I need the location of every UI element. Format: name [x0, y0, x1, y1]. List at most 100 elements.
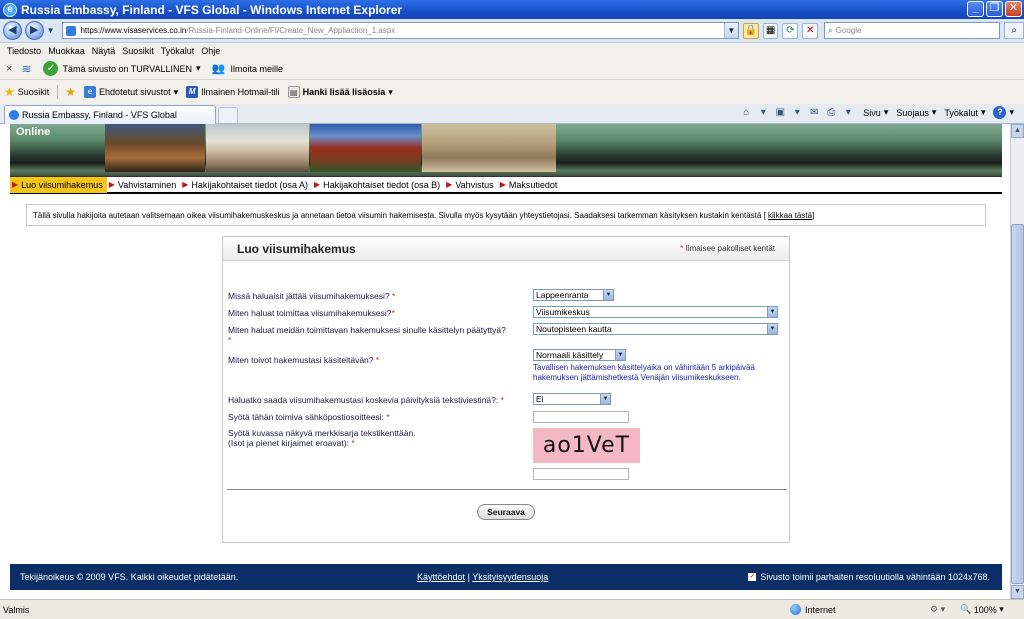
step-create-application[interactable]: ▶ Luo viisumihakemus	[10, 176, 107, 193]
zoom-value: 100%	[973, 604, 997, 615]
zoom-dropdown-icon[interactable]: ▾	[999, 604, 1004, 615]
hotmail-link[interactable]: Ilmainen Hotmail-tili	[201, 87, 280, 97]
step-payment[interactable]: ▶ Maksutiedot	[498, 177, 562, 193]
hotmail-icon: M	[186, 86, 199, 98]
suggested-sites-link[interactable]: Ehdotetut sivustot	[99, 87, 171, 97]
tools-menu-dropdown-icon[interactable]: ▾	[981, 107, 986, 118]
info-help-link[interactable]: klikkaa tästä	[768, 211, 812, 220]
report-people-icon: 👥	[211, 62, 226, 75]
address-dropdown-icon[interactable]: ▼	[723, 23, 738, 38]
search-engine-icon: ⌕	[828, 25, 833, 35]
terms-link[interactable]: Käyttöehdot	[417, 572, 465, 582]
menu-favorites[interactable]: Suosikit	[122, 46, 154, 56]
history-dropdown-icon[interactable]: ▼	[45, 25, 57, 37]
safe-site-label[interactable]: Tämä sivusto on TURVALLINEN	[62, 64, 192, 74]
favorites-star-icon[interactable]: ★	[4, 85, 15, 99]
feeds-icon[interactable]: ▣	[773, 106, 787, 119]
submit-method-select[interactable]: Viisumikeskus ▼	[533, 306, 778, 318]
zoom-icon: 🔍	[960, 604, 972, 614]
center-select[interactable]: Lappeenranta ▼	[533, 289, 614, 301]
print-dropdown-icon[interactable]: ▾	[841, 106, 855, 119]
home-dropdown-icon[interactable]: ▾	[756, 106, 770, 119]
forward-button[interactable]: ▶	[24, 21, 44, 40]
refresh-icon[interactable]: ⟳	[782, 22, 799, 39]
safety-menu[interactable]: Suojaus	[896, 108, 929, 118]
captcha-field[interactable]	[533, 468, 629, 480]
vertical-scrollbar[interactable]: ▲ ▼	[1010, 124, 1024, 599]
menu-edit[interactable]: Muokkaa	[48, 46, 85, 56]
report-link[interactable]: Ilmoita meille	[231, 64, 284, 74]
addons-link[interactable]: Hanki lisää lisäosia	[303, 87, 386, 97]
search-input[interactable]: ⌕ Google	[824, 22, 1001, 39]
step-arrow-icon: ▶	[182, 180, 189, 189]
mail-icon[interactable]: ✉	[807, 106, 821, 119]
step-confirm[interactable]: ▶ Vahvistaminen	[107, 177, 181, 193]
menu-view[interactable]: Näytä	[92, 46, 116, 56]
step-verification[interactable]: ▶ Vahvistus	[444, 177, 498, 193]
menu-tools[interactable]: Työkalut	[161, 46, 195, 56]
minimize-button[interactable]: _	[967, 1, 984, 17]
stop-icon[interactable]: ✕	[802, 22, 819, 39]
privacy-link[interactable]: Yksityisyydensuoja	[472, 572, 548, 582]
page-menu-dropdown-icon[interactable]: ▾	[884, 107, 889, 118]
help-dropdown-icon[interactable]: ▾	[1009, 107, 1014, 118]
scrollbar-thumb[interactable]	[1011, 224, 1024, 584]
processing-select[interactable]: Normaali käsittely ▼	[533, 349, 626, 361]
submit-method-label-text: Miten haluat toimittaa viisumihakemukses…	[228, 308, 392, 318]
addons-dropdown-icon[interactable]: ▾	[388, 87, 393, 98]
tab-label: Russia Embassy, Finland - VFS Global	[22, 110, 177, 120]
page-menu[interactable]: Sivu	[863, 108, 881, 118]
print-icon[interactable]: ⎙	[824, 106, 838, 119]
protected-mode-icon[interactable]: ⚙ ▾	[930, 604, 945, 615]
menu-help[interactable]: Ohje	[201, 46, 220, 56]
maximize-button[interactable]: ❐	[986, 1, 1003, 17]
add-favorite-icon[interactable]: ★	[65, 85, 76, 99]
next-button[interactable]: Seuraava	[477, 504, 535, 520]
wifi-icon[interactable]: ≋	[21, 62, 37, 76]
processing-label: Miten toivot hakemustasi käsiteltävän? *	[228, 355, 379, 365]
search-icon[interactable]: ⌕	[1004, 22, 1024, 39]
site-footer: Tekijänoikeus © 2009 VFS. Kaikki oikeude…	[10, 564, 1002, 590]
security-zone[interactable]: Internet	[790, 604, 836, 615]
info-box: Tällä sivulla hakijoita autetaan valitse…	[26, 204, 986, 226]
sms-label: Haluatko saada viisumihakemustasi koskev…	[228, 395, 504, 405]
return-method-select[interactable]: Noutopisteen kautta ▼	[533, 323, 778, 335]
step-label: Luo viisumihakemus	[21, 179, 103, 190]
banner-photo-cathedral	[206, 124, 309, 172]
required-star: *	[500, 395, 504, 405]
compat-view-icon[interactable]: ▦	[762, 22, 779, 39]
chevron-down-icon: ▼	[603, 290, 613, 300]
email-field[interactable]	[533, 411, 629, 423]
step-arrow-icon: ▶	[108, 180, 115, 189]
step-applicant-details-a[interactable]: ▶ Hakijakohtaiset tiedot (osa A)	[180, 177, 312, 193]
address-bar[interactable]: https://www. visaservices.co.in/Russia-Fi…	[62, 22, 739, 39]
close-window-button[interactable]: ✕	[1005, 1, 1022, 17]
home-icon[interactable]: ⌂	[739, 106, 753, 119]
suggested-dropdown-icon[interactable]: ▾	[174, 87, 179, 98]
security-lock-icon[interactable]: 🔒	[742, 22, 759, 39]
zoom-control[interactable]: 🔍 100% ▾	[960, 604, 1004, 615]
feeds-dropdown-icon[interactable]: ▾	[790, 106, 804, 119]
scroll-down-icon[interactable]: ▼	[1011, 585, 1024, 599]
close-toolbar-icon[interactable]: ×	[6, 63, 12, 75]
menu-file[interactable]: Tiedosto	[7, 46, 41, 56]
tools-menu[interactable]: Työkalut	[944, 108, 978, 118]
banner-photo-harbor	[105, 124, 205, 172]
addons-icon: ▤	[287, 86, 300, 98]
tab-vfs-global[interactable]: Russia Embassy, Finland - VFS Global	[4, 105, 216, 124]
safe-check-icon: ✓	[43, 61, 59, 76]
favorites-button[interactable]: Suosikit	[18, 87, 50, 97]
sms-select[interactable]: Ei ▼	[533, 393, 611, 405]
required-star: *	[228, 335, 232, 345]
step-applicant-details-b[interactable]: ▶ Hakijakohtaiset tiedot (osa B)	[312, 177, 444, 193]
help-icon[interactable]: ?	[993, 106, 1007, 119]
safe-dropdown-icon[interactable]: ▾	[196, 63, 201, 74]
back-button[interactable]: ◀	[3, 21, 22, 40]
new-tab-button[interactable]	[218, 107, 238, 123]
safety-menu-dropdown-icon[interactable]: ▾	[932, 107, 937, 118]
scroll-up-icon[interactable]: ▲	[1011, 124, 1024, 138]
info-close-bracket: ]	[812, 210, 815, 220]
return-method-value: Noutopisteen kautta	[536, 324, 612, 334]
page-viewport: Online ▶ Luo viisumihakemus ▶ Vahvistamine…	[0, 124, 1010, 599]
sms-value: Ei	[536, 394, 544, 404]
